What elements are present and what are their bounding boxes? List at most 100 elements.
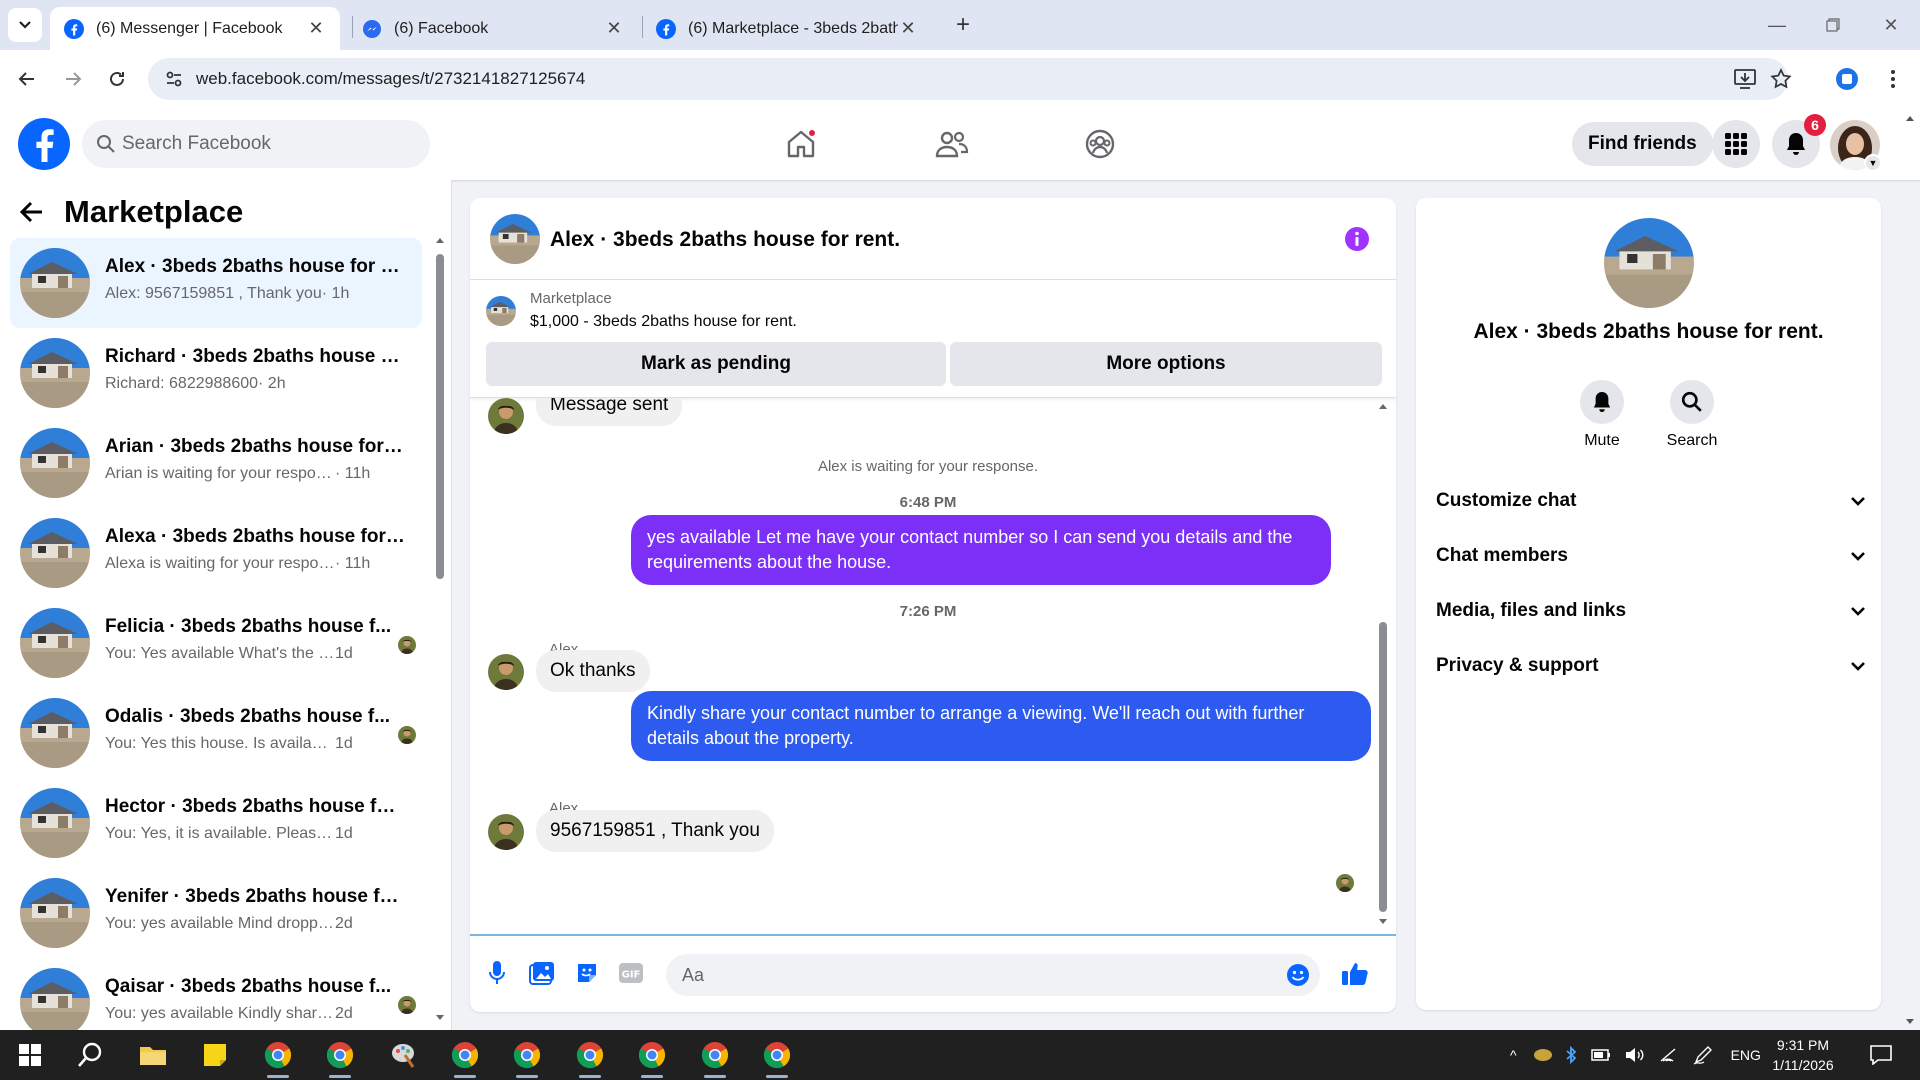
back-arrow-icon[interactable] bbox=[20, 201, 44, 223]
tab-facebook[interactable]: (6) Facebook ✕ bbox=[348, 7, 638, 50]
listing-thumbnail[interactable] bbox=[486, 296, 516, 326]
account-chevron-icon[interactable]: ▼ bbox=[1864, 154, 1882, 172]
tab-marketplace[interactable]: (6) Marketplace - 3beds 2baths ✕ bbox=[642, 7, 932, 50]
taskbar-chrome-2[interactable] bbox=[315, 1030, 365, 1080]
voice-clip-button[interactable] bbox=[482, 958, 512, 988]
tab-search-button[interactable] bbox=[8, 8, 42, 42]
running-indicator bbox=[454, 1075, 476, 1078]
volume-icon[interactable] bbox=[1625, 1047, 1645, 1063]
scroll-down-icon[interactable] bbox=[1378, 918, 1388, 926]
conversation-item[interactable]: Yenifer · 3beds 2baths house for... You:… bbox=[10, 868, 422, 958]
facebook-logo-icon[interactable] bbox=[18, 118, 70, 170]
facebook-search-box[interactable] bbox=[82, 120, 430, 168]
install-app-icon[interactable] bbox=[1734, 69, 1756, 89]
notifications-button[interactable]: 6 bbox=[1772, 114, 1826, 168]
scroll-down-icon[interactable] bbox=[1905, 1018, 1915, 1026]
new-tab-button[interactable]: + bbox=[950, 11, 976, 38]
tab-messenger[interactable]: (6) Messenger | Facebook ✕ bbox=[50, 7, 340, 50]
taskbar-chrome-7[interactable] bbox=[690, 1030, 740, 1080]
section-media-files-links[interactable]: Media, files and links bbox=[1436, 591, 1866, 631]
close-window-button[interactable]: ✕ bbox=[1876, 10, 1906, 40]
close-tab-icon[interactable]: ✕ bbox=[898, 18, 918, 39]
taskbar-search-button[interactable] bbox=[65, 1030, 115, 1080]
site-settings-icon[interactable] bbox=[164, 69, 184, 89]
info-icon[interactable] bbox=[1344, 226, 1370, 252]
conversation-item[interactable]: Felicia · 3beds 2baths house f... You: Y… bbox=[10, 598, 422, 688]
battery-icon[interactable] bbox=[1590, 1048, 1611, 1062]
sidebar-scroll-thumb[interactable] bbox=[436, 254, 444, 579]
chat-title[interactable]: Alex · 3beds 2baths house for rent. bbox=[550, 228, 900, 252]
mute-action[interactable]: Mute bbox=[1562, 380, 1642, 450]
minimize-button[interactable]: — bbox=[1762, 10, 1792, 40]
conversation-item[interactable]: Hector · 3beds 2baths house for... You: … bbox=[10, 778, 422, 868]
section-privacy-support[interactable]: Privacy & support bbox=[1436, 646, 1866, 686]
more-options-button[interactable]: More options bbox=[950, 342, 1382, 386]
menu-button[interactable] bbox=[1712, 120, 1760, 168]
conversation-item[interactable]: Alexa · 3beds 2baths house for r... Alex… bbox=[10, 508, 422, 598]
listing-title[interactable]: $1,000 - 3beds 2baths house for rent. bbox=[530, 313, 797, 331]
taskbar-chrome-8[interactable] bbox=[752, 1030, 802, 1080]
scroll-down-icon[interactable] bbox=[435, 1014, 445, 1022]
system-clock[interactable]: 9:31 PM 1/11/2026 bbox=[1760, 1035, 1846, 1075]
sticky-notes-button[interactable] bbox=[190, 1030, 240, 1080]
search-action[interactable]: Search bbox=[1652, 380, 1732, 450]
taskbar-chrome-4[interactable] bbox=[502, 1030, 552, 1080]
tray-overflow-chevron-icon[interactable]: ^ bbox=[1510, 1047, 1517, 1063]
chat-scroll-thumb[interactable] bbox=[1379, 622, 1387, 912]
forward-button[interactable] bbox=[58, 64, 88, 94]
house-photo-icon bbox=[20, 698, 90, 768]
gif-button[interactable]: GIF bbox=[616, 958, 646, 988]
emoji-icon[interactable] bbox=[1286, 963, 1310, 987]
start-button[interactable] bbox=[5, 1030, 55, 1080]
conversation-item[interactable]: Alex · 3beds 2baths house for re... Alex… bbox=[10, 238, 422, 328]
back-button[interactable] bbox=[12, 64, 42, 94]
taskbar-paint-button[interactable] bbox=[378, 1030, 428, 1080]
find-friends-button[interactable]: Find friends bbox=[1572, 122, 1713, 166]
search-in-conversation-button[interactable] bbox=[1670, 380, 1714, 424]
restore-button[interactable] bbox=[1818, 10, 1848, 40]
info-avatar[interactable] bbox=[1604, 218, 1694, 308]
input-language[interactable]: ENG bbox=[1731, 1047, 1761, 1063]
conversation-item[interactable]: Odalis · 3beds 2baths house f... You: Ye… bbox=[10, 688, 422, 778]
wifi-icon[interactable] bbox=[1659, 1047, 1679, 1063]
nav-home[interactable] bbox=[771, 122, 831, 166]
section-chat-members[interactable]: Chat members bbox=[1436, 536, 1866, 576]
browser-menu-button[interactable] bbox=[1878, 64, 1908, 94]
tray-app-icon[interactable] bbox=[1533, 1048, 1553, 1062]
extension-button[interactable] bbox=[1832, 64, 1862, 94]
taskbar-chrome-6[interactable] bbox=[627, 1030, 677, 1080]
address-bar[interactable]: web.facebook.com/messages/t/273214182712… bbox=[148, 58, 1792, 100]
conversation-item[interactable]: Richard · 3beds 2baths house fo... Richa… bbox=[10, 328, 422, 418]
scroll-up-icon[interactable] bbox=[1905, 114, 1915, 122]
search-input[interactable] bbox=[122, 120, 412, 168]
notification-center-button[interactable] bbox=[1856, 1030, 1906, 1080]
close-tab-icon[interactable]: ✕ bbox=[604, 18, 624, 39]
waiting-status-text: Alex is waiting for your response. bbox=[817, 458, 1039, 475]
nav-groups[interactable] bbox=[1070, 122, 1130, 166]
close-tab-icon[interactable]: ✕ bbox=[306, 18, 326, 39]
sticker-button[interactable] bbox=[572, 958, 602, 988]
taskbar-chrome-3[interactable] bbox=[440, 1030, 490, 1080]
chat-avatar[interactable] bbox=[490, 214, 540, 264]
scroll-up-icon[interactable] bbox=[435, 236, 445, 244]
sidebar-scrollbar[interactable] bbox=[435, 238, 445, 1020]
message-input[interactable] bbox=[682, 954, 1242, 996]
section-customize-chat[interactable]: Customize chat bbox=[1436, 481, 1866, 521]
mute-button[interactable] bbox=[1580, 380, 1624, 424]
pen-icon[interactable] bbox=[1693, 1045, 1715, 1065]
chat-scrollbar[interactable] bbox=[1376, 402, 1390, 926]
scroll-up-icon[interactable] bbox=[1378, 402, 1388, 410]
nav-friends[interactable] bbox=[922, 122, 982, 166]
bookmark-star-icon[interactable] bbox=[1770, 68, 1792, 90]
attach-photo-button[interactable] bbox=[527, 958, 557, 988]
taskbar-chrome-5[interactable] bbox=[565, 1030, 615, 1080]
bluetooth-icon[interactable] bbox=[1565, 1046, 1577, 1064]
mark-as-pending-button[interactable]: Mark as pending bbox=[486, 342, 946, 386]
reload-button[interactable] bbox=[102, 64, 132, 94]
message-input-box[interactable] bbox=[666, 954, 1320, 996]
conversation-item[interactable]: Arian · 3beds 2baths house for r... Aria… bbox=[10, 418, 422, 508]
file-explorer-button[interactable] bbox=[128, 1030, 178, 1080]
taskbar-chrome-1[interactable] bbox=[253, 1030, 303, 1080]
like-send-button[interactable] bbox=[1340, 958, 1370, 988]
page-scrollbar[interactable] bbox=[1900, 108, 1920, 1030]
